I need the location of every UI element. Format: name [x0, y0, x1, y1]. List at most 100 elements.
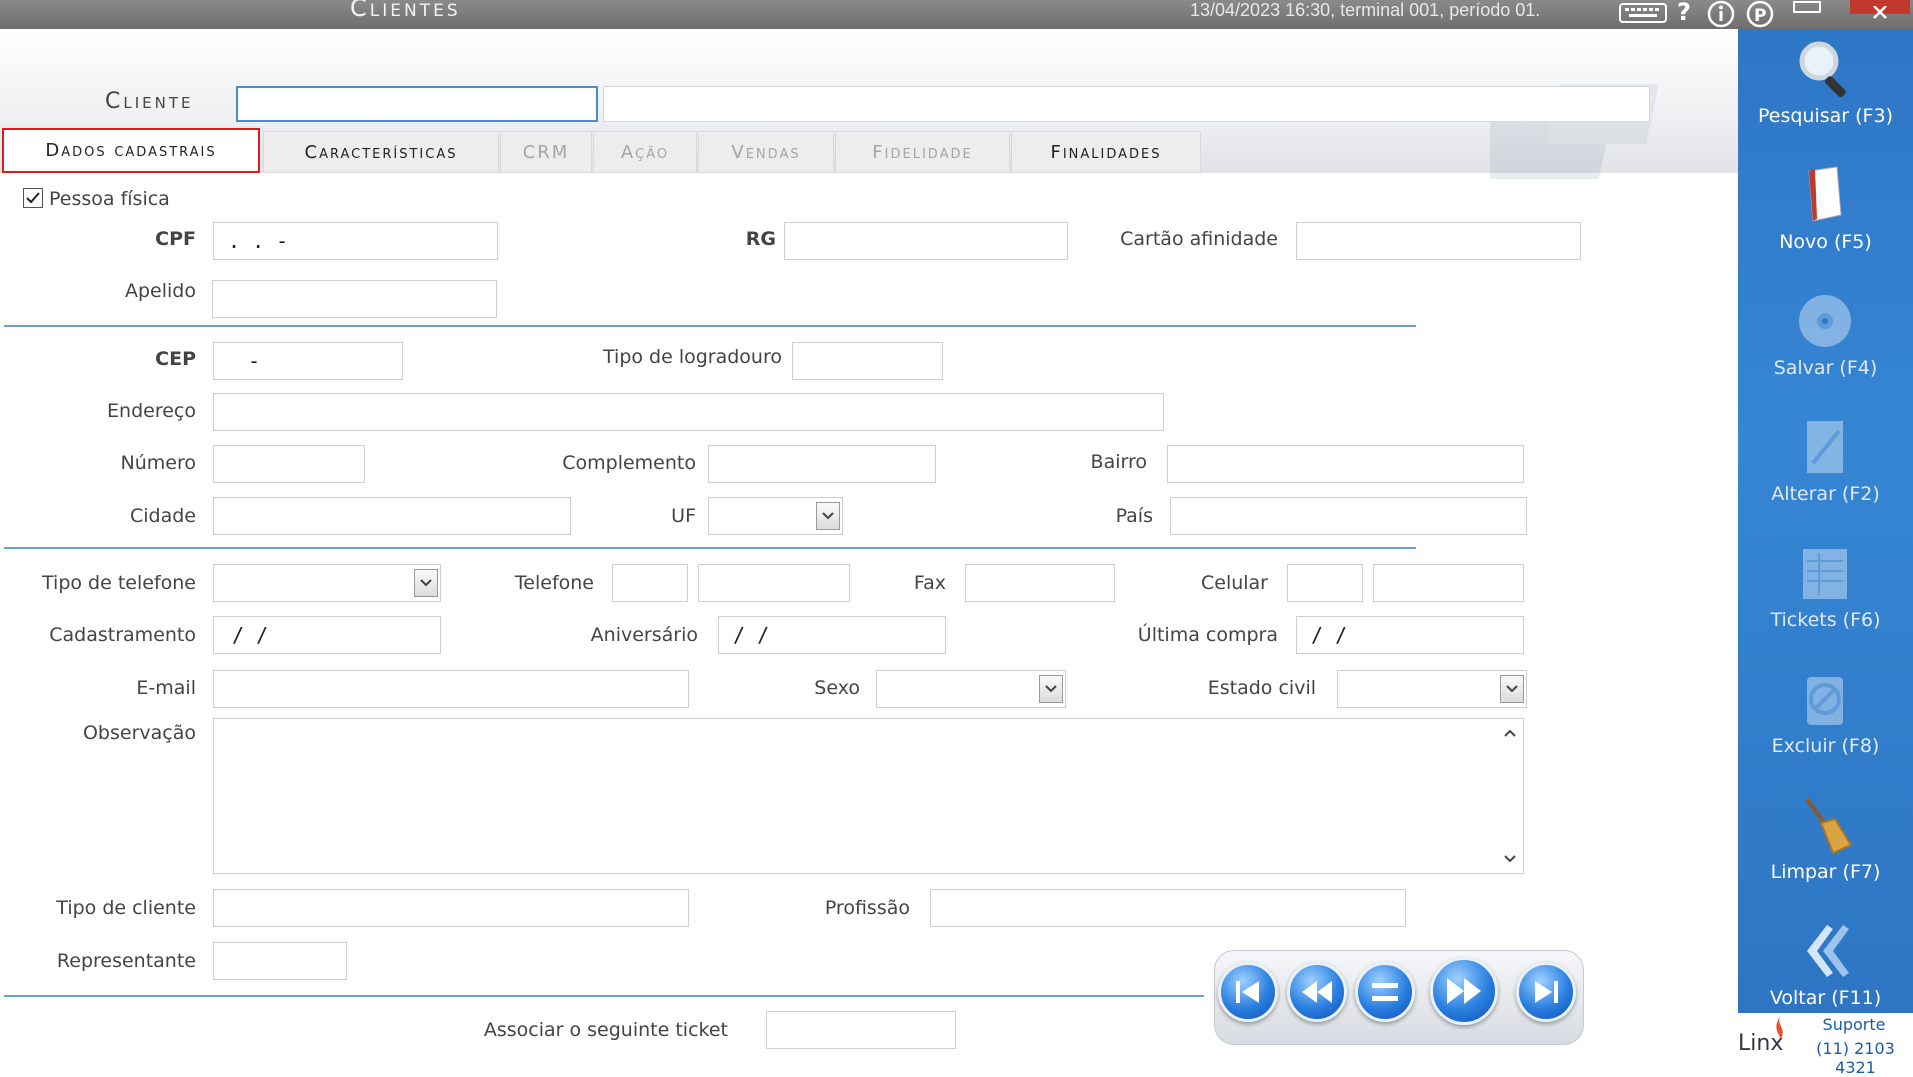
chevron-down-icon[interactable]	[1500, 675, 1524, 703]
profissao-label: Profissão	[824, 897, 910, 919]
scroll-up-icon[interactable]	[1504, 729, 1516, 737]
edit-document-icon	[1807, 421, 1843, 473]
cep-input[interactable]: -	[213, 342, 403, 380]
fax-input[interactable]	[965, 564, 1115, 602]
tipo-telefone-select[interactable]	[213, 564, 441, 602]
sexo-select[interactable]	[876, 670, 1066, 708]
representante-label: Representante	[56, 950, 196, 972]
support-panel: Linx Suporte (11) 2103 4321	[1738, 1013, 1913, 1077]
cidade-input[interactable]	[213, 497, 571, 535]
sexo-label: Sexo	[814, 677, 860, 699]
complemento-input[interactable]	[708, 445, 936, 483]
cadastramento-input[interactable]: / /	[213, 616, 441, 654]
limpar-button[interactable]: Limpar (F7)	[1738, 785, 1913, 909]
window-title: Clientes	[350, 0, 461, 22]
cliente-code-input[interactable]	[236, 86, 598, 122]
delete-icon	[1807, 677, 1843, 725]
cpf-label: CPF	[155, 228, 196, 250]
bairro-input[interactable]	[1167, 445, 1524, 483]
apelido-label: Apelido	[125, 280, 196, 302]
observacao-scrollbar[interactable]	[1497, 719, 1523, 873]
scroll-down-icon[interactable]	[1504, 855, 1516, 863]
current-record-icon[interactable]	[1355, 962, 1415, 1022]
apelido-input[interactable]	[212, 280, 497, 318]
associar-ticket-label: Associar o seguinte ticket	[483, 1019, 728, 1041]
tickets-button[interactable]: Tickets (F6)	[1738, 533, 1913, 657]
excluir-label: Excluir (F8)	[1771, 735, 1880, 757]
profissao-input[interactable]	[930, 889, 1406, 927]
cpf-input[interactable]: . . -	[213, 222, 498, 260]
tab-dados-cadastrais[interactable]: Dados cadastrais	[2, 128, 260, 173]
support-phone: (11) 2103 4321	[1816, 1039, 1895, 1077]
tipo-logradouro-label: Tipo de logradouro	[603, 346, 782, 368]
info-icon[interactable]	[1706, 0, 1736, 28]
cep-label: CEP	[155, 348, 196, 370]
alterar-button[interactable]: Alterar (F2)	[1738, 407, 1913, 531]
telefone-label: Telefone	[514, 572, 594, 594]
pesquisar-label: Pesquisar (F3)	[1758, 105, 1893, 127]
pessoa-fisica-label: Pessoa física	[49, 188, 170, 210]
representante-input[interactable]	[213, 942, 347, 980]
tab-fidelidade: Fidelidade	[835, 131, 1010, 173]
excluir-button[interactable]: Excluir (F8)	[1738, 659, 1913, 783]
numero-input[interactable]	[213, 445, 365, 483]
endereco-label: Endereço	[107, 400, 196, 422]
pesquisar-button[interactable]: Pesquisar (F3)	[1738, 29, 1913, 153]
email-input[interactable]	[213, 670, 689, 708]
cliente-label: Cliente	[105, 89, 194, 114]
magnifier-icon	[1799, 41, 1846, 98]
tipo-logradouro-input[interactable]	[792, 342, 943, 380]
observacao-label: Observação	[82, 722, 196, 744]
close-icon[interactable]	[1850, 0, 1910, 19]
associar-ticket-input[interactable]	[766, 1011, 956, 1049]
novo-label: Novo (F5)	[1779, 231, 1872, 253]
celular-ddd-input[interactable]	[1287, 564, 1363, 602]
celular-input[interactable]	[1373, 564, 1524, 602]
novo-button[interactable]: Novo (F5)	[1738, 155, 1913, 279]
chevron-down-icon[interactable]	[816, 502, 840, 530]
chevron-down-icon[interactable]	[414, 569, 438, 597]
back-arrows-icon	[1807, 925, 1849, 977]
support-title: Suporte	[1822, 1015, 1886, 1034]
pais-input[interactable]	[1170, 497, 1527, 535]
ultima-compra-label: Última compra	[1137, 624, 1278, 646]
section-divider	[4, 547, 1416, 549]
uf-select[interactable]	[708, 497, 843, 535]
email-label: E-mail	[136, 677, 196, 699]
telefone-input[interactable]	[698, 564, 850, 602]
telefone-ddd-input[interactable]	[612, 564, 688, 602]
first-record-icon[interactable]	[1218, 962, 1278, 1022]
tickets-icon	[1803, 549, 1847, 599]
salvar-button[interactable]: Salvar (F4)	[1738, 281, 1913, 405]
help-icon[interactable]: ?	[1672, 0, 1696, 26]
linx-flame-icon	[1776, 1015, 1783, 1039]
celular-label: Celular	[1200, 572, 1268, 594]
ultima-compra-input[interactable]: / /	[1296, 616, 1524, 654]
cartao-afinidade-label: Cartão afinidade	[1120, 228, 1278, 250]
voltar-label: Voltar (F11)	[1769, 987, 1882, 1009]
section-divider	[4, 995, 1204, 997]
previous-record-icon[interactable]	[1287, 962, 1347, 1022]
last-record-icon[interactable]	[1516, 962, 1576, 1022]
minimize-icon[interactable]	[1790, 0, 1824, 26]
cadastramento-label: Cadastramento	[49, 624, 196, 646]
estado-civil-select[interactable]	[1337, 670, 1527, 708]
observacao-textarea[interactable]	[213, 718, 1524, 874]
tipo-telefone-label: Tipo de telefone	[42, 572, 196, 594]
cartao-afinidade-input[interactable]	[1296, 222, 1581, 260]
aniversario-input[interactable]: / /	[718, 616, 946, 654]
pais-label: País	[1115, 505, 1153, 527]
rg-input[interactable]	[784, 222, 1068, 260]
complemento-label: Complemento	[562, 452, 696, 474]
p-icon[interactable]: P	[1745, 0, 1775, 28]
endereco-input[interactable]	[213, 393, 1164, 431]
next-record-icon[interactable]	[1430, 957, 1498, 1025]
keyboard-icon[interactable]	[1618, 0, 1668, 26]
estado-civil-label: Estado civil	[1207, 677, 1316, 699]
pessoa-fisica-checkbox[interactable]	[23, 188, 43, 208]
chevron-down-icon[interactable]	[1039, 675, 1063, 703]
tipo-cliente-input[interactable]	[213, 889, 689, 927]
tab-caracteristicas[interactable]: Características	[263, 131, 499, 173]
cliente-name-input[interactable]	[603, 86, 1650, 122]
tab-finalidades[interactable]: Finalidades	[1011, 131, 1201, 173]
